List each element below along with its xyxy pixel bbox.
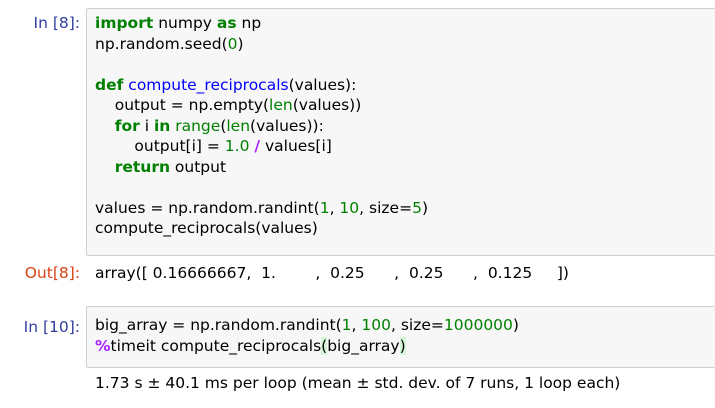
keyword: import [95, 14, 154, 32]
number-literal: 1 [341, 316, 352, 334]
code-text: numpy [153, 14, 217, 32]
number-literal: 0 [227, 34, 238, 53]
keyword: for [114, 116, 140, 135]
code-line: output = np.empty(len(values)) [95, 95, 428, 116]
code-text: values = np.random.randint( [95, 198, 320, 217]
keyword: return [114, 157, 170, 176]
builtin: range [175, 116, 221, 135]
code-line: values = np.random.randint(1, 10, size=5… [95, 198, 428, 219]
number-literal: 10 [339, 198, 360, 217]
code-line: %timeit compute_reciprocals(big_array) [95, 336, 519, 357]
number-literal: 5 [412, 198, 422, 217]
code-text: big_array [327, 336, 400, 355]
cell-output: 1.73 s ± 40.1 ms per loop (mean ± std. d… [95, 374, 621, 392]
output-prompt: Out[8]: [24, 264, 80, 282]
code-text: ) [237, 34, 244, 53]
code-line: for i in range(len(values)): [95, 116, 428, 137]
code-text: output [170, 157, 227, 176]
input-prompt: In [10]: [23, 318, 80, 336]
number-literal: 100 [361, 316, 391, 334]
function-name: compute_reciprocals [128, 75, 289, 94]
code-text: ) [421, 198, 428, 217]
code-text: , [329, 198, 340, 217]
keyword: as [216, 14, 237, 32]
code-line: output[i] = 1.0 / values[i] [95, 136, 428, 157]
code-text: compute_reciprocals(values) [95, 219, 318, 237]
magic-percent: % [95, 336, 111, 355]
code-text: np.random.seed( [95, 34, 228, 53]
number-literal: 1.0 [224, 137, 250, 155]
code-text: np [236, 14, 262, 32]
code-text: big_array = np.random.randint( [95, 316, 342, 334]
code-editor[interactable]: big_array = np.random.randint(1, 100, si… [95, 315, 519, 356]
code-text: output[i] = [95, 137, 225, 155]
number-literal: 1 [319, 198, 330, 217]
code-text: ) [512, 316, 519, 334]
input-prompt: In [8]: [33, 14, 81, 32]
code-line: def compute_reciprocals(values): [95, 75, 428, 96]
code-line: compute_reciprocals(values) [95, 218, 428, 239]
code-editor[interactable]: import numpy as np np.random.seed(0) def… [95, 13, 428, 239]
code-text: (values)) [292, 96, 362, 114]
code-line: return output [95, 157, 428, 178]
code-text: timeit compute_reciprocals [110, 336, 322, 355]
code-text: , [351, 316, 362, 334]
code-line: np.random.seed(0) [95, 34, 428, 55]
keyword: def [95, 75, 124, 94]
code-text: (values): [288, 75, 357, 94]
code-text: (values)): [250, 116, 324, 135]
builtin: len [269, 96, 293, 114]
matched-bracket: ) [399, 336, 406, 355]
cell-output: array([ 0.16666667, 1. , 0.25 , 0.25 , 0… [95, 264, 569, 282]
builtin: len [226, 116, 251, 135]
keyword: in [153, 116, 171, 135]
code-text: output = np.empty( [95, 96, 270, 114]
number-literal: 1000000 [443, 316, 513, 334]
code-line: import numpy as np [95, 13, 428, 34]
code-text: values[i] [260, 137, 332, 155]
code-text: , size= [390, 316, 444, 334]
code-text: i [139, 116, 154, 135]
code-line: big_array = np.random.randint(1, 100, si… [95, 315, 519, 336]
code-text: , size= [359, 198, 413, 217]
